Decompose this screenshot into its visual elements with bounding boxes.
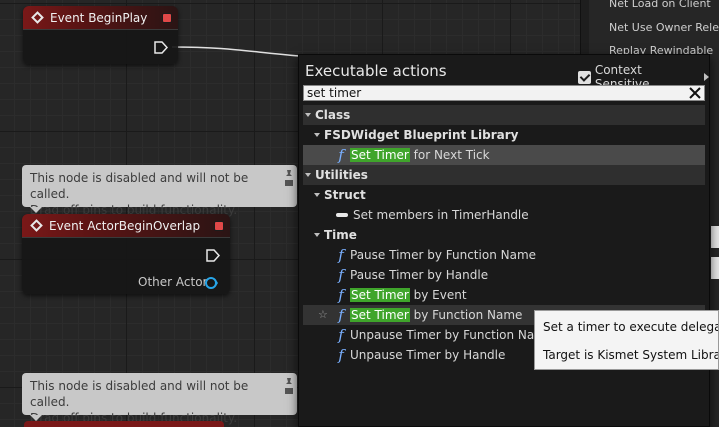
delegate-pin-icon[interactable] [214,221,224,231]
function-icon: f [338,286,344,304]
partial-node-header [24,421,224,427]
event-actor-begin-overlap-node[interactable]: Event ActorBeginOverlap Other Actor [22,214,230,294]
chevron-down-icon [305,113,311,117]
match-highlight: Set Timer [350,148,410,162]
action-tooltip: Set a timer to execute delegate. S Targe… [534,310,719,370]
function-icon: f [338,266,344,284]
pin-label: Other Actor [138,275,208,289]
action-label: Pause Timer by Function Name [350,248,537,262]
category-label: Class [315,108,351,122]
pin-comment-icon[interactable] [284,376,294,396]
event-icon [31,11,44,24]
category-class[interactable]: Class [303,105,705,125]
category-struct[interactable]: Struct [303,185,705,205]
action-set-members-timerhandle[interactable]: Set members in TimerHandle [303,205,705,225]
action-set-timer-next-tick[interactable]: f Set Timer for Next Tick [303,145,705,165]
event-icon [30,219,43,232]
category-time[interactable]: Time [303,225,705,245]
comment-line: This node is disabled and will not be ca… [30,379,249,409]
node-title: Event ActorBeginOverlap [49,218,201,233]
category-label: Utilities [315,168,368,182]
search-input[interactable]: set timer [303,85,705,101]
delegate-pin-icon[interactable] [162,13,172,23]
struct-icon [336,213,348,217]
category-label: FSDWidget Blueprint Library [324,128,519,142]
disabled-node-comment: This node is disabled and will not be ca… [22,165,297,217]
property-field[interactable] [711,257,719,279]
object-pin-icon[interactable] [204,276,218,290]
function-icon: f [338,146,344,164]
chevron-down-icon [314,133,320,137]
function-icon: f [338,306,344,324]
action-label: Unpause Timer by Function Name [350,328,554,342]
category-fsdwidget-library[interactable]: FSDWidget Blueprint Library [303,125,705,145]
action-pause-timer-by-function-name[interactable]: f Pause Timer by Function Name [303,245,705,265]
action-label: Set members in TimerHandle [353,208,529,222]
function-icon: f [338,346,344,364]
function-icon: f [338,326,344,344]
node-header: Event ActorBeginOverlap [22,214,230,238]
clear-search-icon[interactable] [689,87,701,99]
category-label: Time [324,228,357,242]
action-label: Pause Timer by Handle [350,268,489,282]
exec-out-pin-icon[interactable] [206,249,220,262]
chevron-down-icon [314,193,320,197]
comment-line: This node is disabled and will not be ca… [30,171,249,201]
tooltip-target: Target is Kismet System Library [543,348,719,362]
exec-wire [171,46,301,57]
favorite-star-icon[interactable]: ☆ [318,308,328,321]
search-value: set timer [307,86,362,100]
action-label: by Event [409,288,467,302]
tooltip-description: Set a timer to execute delegate. S [543,320,718,334]
match-highlight: Set Timer [350,288,410,302]
chevron-right-icon [704,73,709,81]
node-title: Event BeginPlay [50,10,148,25]
chevron-down-icon [314,233,320,237]
event-beginplay-node[interactable]: Event BeginPlay [23,6,178,64]
exec-out-pin-icon[interactable] [154,41,168,54]
property-field[interactable] [711,226,719,248]
action-label: by Function Name [409,308,523,322]
menu-title: Executable actions [305,62,447,80]
executable-actions-menu[interactable]: Executable actions Context Sensitive set… [298,54,710,427]
node-header: Event BeginPlay [23,6,178,30]
disabled-node-comment: This node is disabled and will not be ca… [22,373,297,425]
property-label: Net Load on Client [609,0,711,10]
category-utilities[interactable]: Utilities [303,165,705,185]
action-set-timer-by-event[interactable]: f Set Timer by Event [303,285,705,305]
action-pause-timer-by-handle[interactable]: f Pause Timer by Handle [303,265,705,285]
match-highlight: Set Timer [350,308,410,322]
pin-comment-icon[interactable] [284,168,294,188]
property-label: Net Use Owner Relevancy [609,21,719,34]
function-icon: f [338,246,344,264]
chevron-down-icon [305,173,311,177]
action-label: for Next Tick [409,148,490,162]
action-label: Unpause Timer by Handle [350,348,506,362]
category-label: Struct [324,188,366,202]
context-sensitive-checkbox[interactable] [578,70,591,84]
